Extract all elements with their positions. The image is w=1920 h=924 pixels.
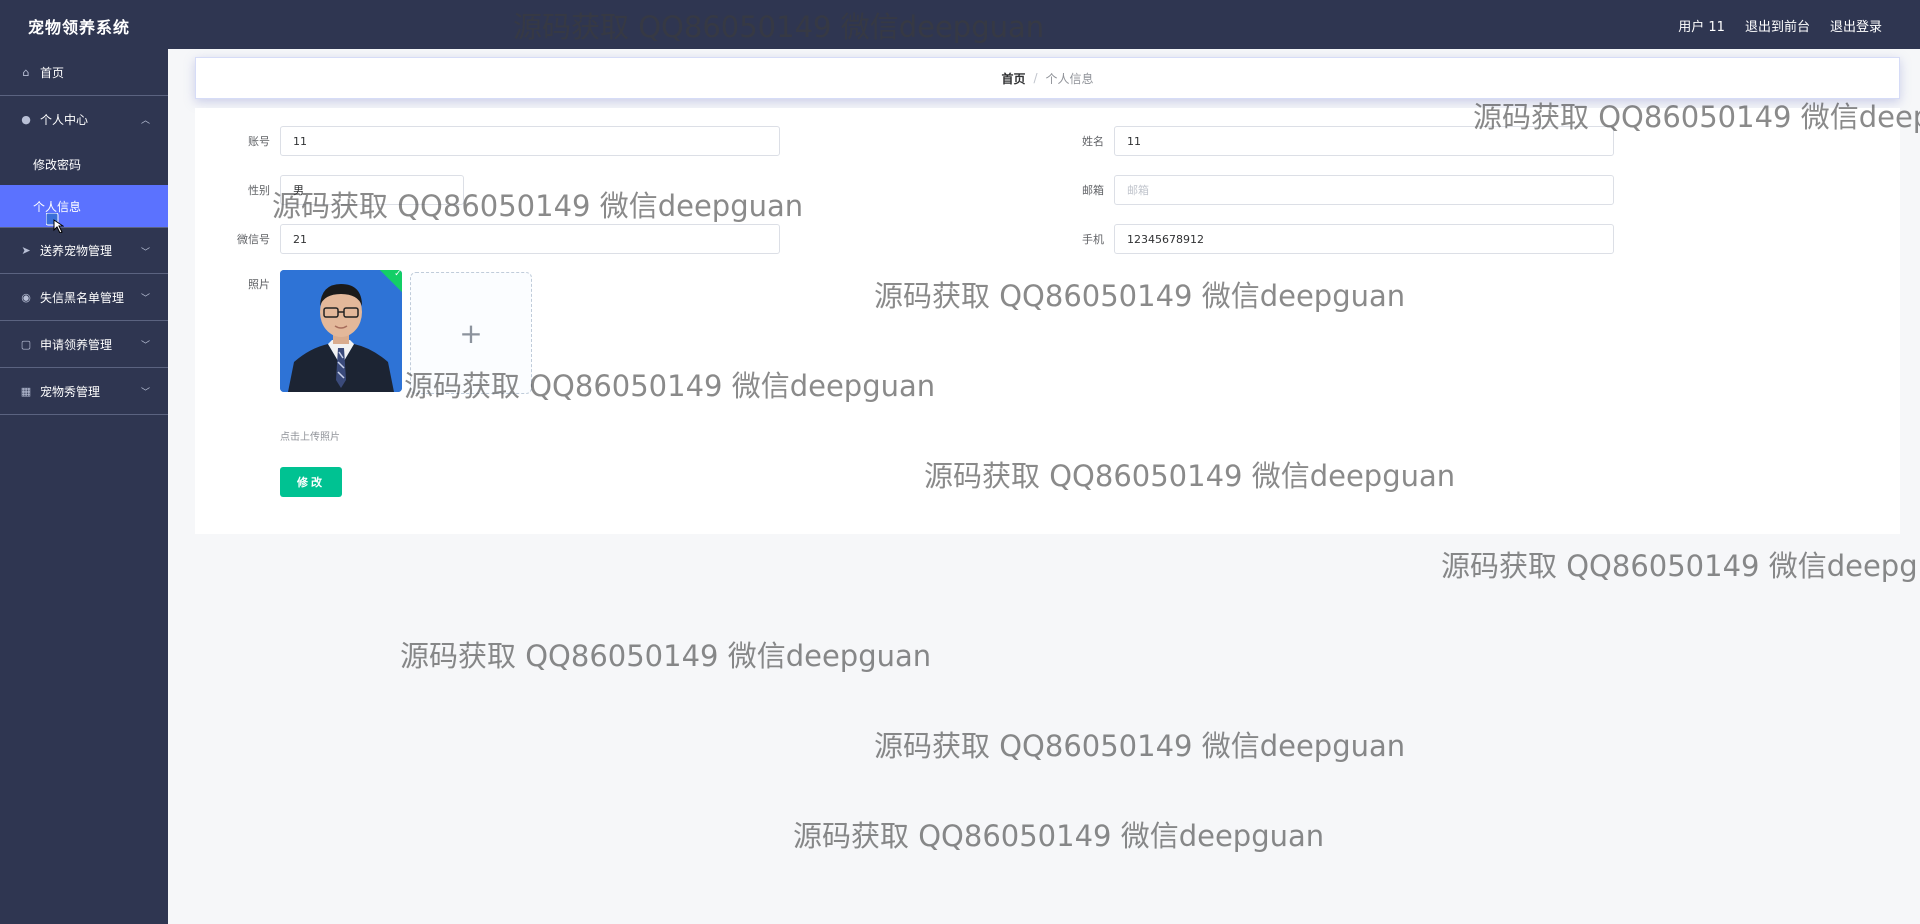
phone-field: 手机 12345678912	[1039, 224, 1614, 254]
upload-tip: 点击上传照片	[280, 432, 340, 443]
gender-label: 性别	[248, 184, 270, 197]
sidebar-item-home[interactable]: ⌂ 首页	[0, 49, 168, 96]
sidebar-item-personal[interactable]: ● 个人中心 ︿	[0, 96, 168, 143]
name-field: 姓名 11	[1039, 126, 1614, 156]
home-icon: ⌂	[22, 65, 30, 79]
chevron-down-icon: ﹀	[140, 341, 150, 351]
wechat-input[interactable]: 21	[280, 224, 780, 254]
user-label: 用户 11	[1678, 20, 1725, 35]
email-field: 邮箱 邮箱	[1039, 175, 1614, 205]
sidebar-item-label: 失信黑名单管理	[40, 290, 125, 305]
logout-link[interactable]: 退出登录	[1830, 16, 1882, 35]
breadcrumb-current: 个人信息	[1045, 71, 1094, 86]
user-photo[interactable]: ✓	[280, 270, 402, 392]
sidebar-item-change-password[interactable]: 修改密码	[0, 143, 168, 185]
name-input[interactable]: 11	[1114, 126, 1614, 156]
portrait-image	[280, 270, 402, 392]
sidebar-item-label: 送养宠物管理	[40, 244, 113, 258]
account-input[interactable]: 11	[280, 126, 780, 156]
header-links: 用户 11 退出到前台 退出登录	[1678, 16, 1882, 35]
account-label: 账号	[248, 135, 270, 148]
breadcrumb-home[interactable]: 首页	[1001, 70, 1025, 87]
chevron-down-icon: ﹀	[140, 388, 150, 398]
chevron-down-icon: ﹀	[140, 294, 150, 304]
profile-form: 账号 11 姓名 11 性别 男 邮箱 邮箱 微信号 21 手机 1234567…	[195, 108, 1900, 534]
crop-icon: ▢	[20, 337, 32, 351]
submit-button[interactable]: 修改	[280, 467, 342, 497]
sidebar-item-label: 宠物秀管理	[40, 384, 101, 399]
grid-icon: ▦	[20, 384, 32, 398]
breadcrumb-separator: /	[1033, 71, 1038, 85]
photo-field: 照片	[205, 276, 280, 292]
account-field: 账号 11	[205, 126, 780, 156]
user-icon: ●	[21, 113, 31, 126]
wechat-label: 微信号	[237, 233, 270, 246]
wechat-field: 微信号 21	[205, 224, 780, 254]
gender-field: 性别 男	[205, 175, 464, 205]
sidebar-item-label: 首页	[40, 65, 65, 80]
phone-label: 手机	[1082, 233, 1104, 246]
sidebar-item-adoption[interactable]: ➤ 送养宠物管理 ﹀	[0, 227, 168, 274]
watermark: 源码获取 QQ86050149 微信deepguan	[1441, 549, 1920, 583]
top-bar: 宠物领养系统 用户 11 退出到前台 退出登录	[0, 0, 1920, 49]
sidebar-item-label: 个人中心	[40, 113, 89, 127]
photo-upload-button[interactable]: +	[410, 272, 532, 394]
watermark: 源码获取 QQ86050149 微信deepguan	[874, 729, 1406, 763]
sidebar: ⌂ 首页 ● 个人中心 ︿ 修改密码 个人信息 ➤ 送养宠物管理 ﹀ ◉ 失信黑…	[0, 49, 168, 924]
location-icon: ◉	[21, 290, 31, 304]
mouse-cursor-icon	[46, 213, 64, 233]
app-title: 宠物领养系统	[28, 18, 131, 37]
email-label: 邮箱	[1082, 184, 1104, 197]
plus-icon: +	[459, 316, 483, 350]
photo-label: 照片	[248, 278, 270, 291]
breadcrumb: 首页 / 个人信息	[195, 57, 1900, 99]
phone-input[interactable]: 12345678912	[1114, 224, 1614, 254]
send-icon: ➤	[21, 244, 31, 257]
gender-select[interactable]: 男	[280, 175, 464, 205]
sidebar-item-blacklist[interactable]: ◉ 失信黑名单管理 ﹀	[0, 274, 168, 321]
watermark: 源码获取 QQ86050149 微信deepguan	[400, 639, 932, 673]
name-label: 姓名	[1082, 135, 1104, 148]
sidebar-item-label: 个人信息	[33, 199, 82, 214]
email-input[interactable]: 邮箱	[1114, 175, 1614, 205]
sidebar-item-apply[interactable]: ▢ 申请领养管理 ﹀	[0, 321, 168, 368]
sidebar-item-label: 申请领养管理	[40, 337, 113, 352]
watermark: 源码获取 QQ86050149 微信deepguan	[793, 819, 1325, 853]
sidebar-item-pet-show[interactable]: ▦ 宠物秀管理 ﹀	[0, 368, 168, 415]
sidebar-item-label: 修改密码	[33, 157, 82, 172]
chevron-down-icon: ﹀	[140, 248, 150, 258]
sidebar-item-personal-info[interactable]: 个人信息	[0, 185, 168, 227]
to-front-link[interactable]: 退出到前台	[1745, 16, 1810, 35]
chevron-up-icon: ︿	[140, 116, 150, 126]
check-icon: ✓	[394, 270, 402, 279]
